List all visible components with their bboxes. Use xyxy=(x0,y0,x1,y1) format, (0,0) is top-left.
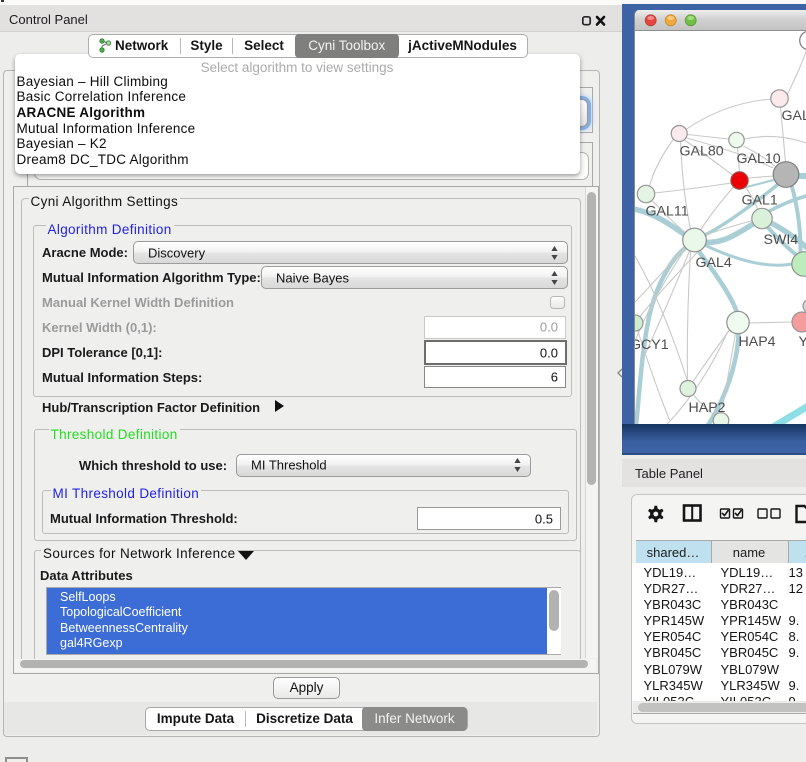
svg-text:GAL80: GAL80 xyxy=(680,144,724,160)
svg-text:GAL10: GAL10 xyxy=(737,151,781,167)
svg-text:GAL11: GAL11 xyxy=(646,204,689,220)
svg-text:YB: YB xyxy=(799,334,806,350)
svg-text:HAP4: HAP4 xyxy=(739,334,776,350)
svg-text:GAL4: GAL4 xyxy=(696,255,732,271)
svg-text:GCY1: GCY1 xyxy=(635,337,669,353)
svg-text:SWI4: SWI4 xyxy=(764,232,799,248)
svg-text:HAP2: HAP2 xyxy=(689,400,726,416)
svg-text:GAL7: GAL7 xyxy=(782,108,806,124)
svg-text:GAL1: GAL1 xyxy=(742,193,778,209)
